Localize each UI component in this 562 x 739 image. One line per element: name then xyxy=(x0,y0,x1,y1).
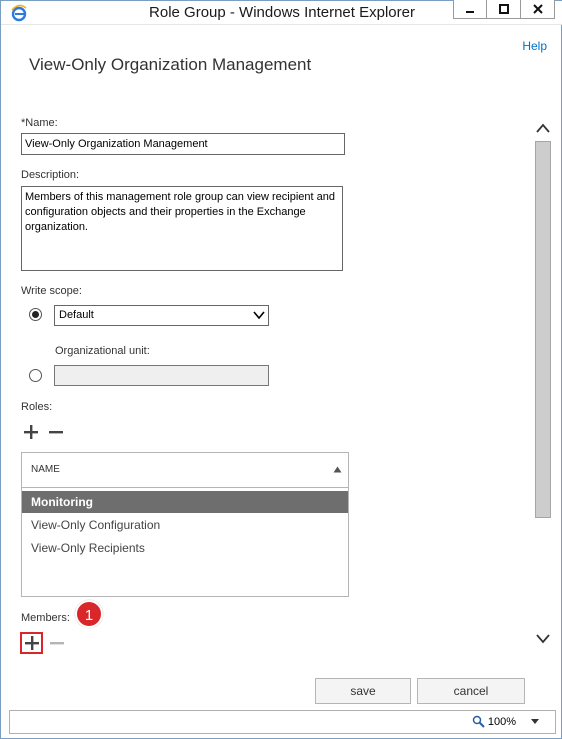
roles-label: Roles: xyxy=(21,401,53,413)
org-unit-label: Organizational unit: xyxy=(55,345,150,357)
write-scope-label: Write scope: xyxy=(21,285,82,297)
chevron-down-icon xyxy=(253,311,265,320)
write-scope-select[interactable]: Default xyxy=(54,305,269,326)
minimize-icon xyxy=(466,11,474,13)
description-label: Description: xyxy=(21,169,80,181)
close-button[interactable] xyxy=(521,0,555,19)
sort-ascending-icon xyxy=(333,466,342,473)
maximize-icon xyxy=(498,4,509,14)
zoom-control[interactable]: 100% xyxy=(472,715,541,728)
org-unit-radio[interactable] xyxy=(29,369,42,382)
write-scope-default-radio[interactable] xyxy=(29,308,42,321)
roles-list: NAME Monitoring View-Only Configuration … xyxy=(21,452,349,597)
chevron-down-icon xyxy=(531,718,539,724)
browser-window: Role Group - Windows Internet Explorer H… xyxy=(0,0,562,739)
description-field[interactable]: Members of this management role group ca… xyxy=(21,186,343,271)
callout-badge: 1 xyxy=(75,600,103,628)
plus-icon[interactable] xyxy=(24,635,40,651)
status-bar: 100% xyxy=(9,710,556,734)
write-scope-value: Default xyxy=(59,309,94,321)
maximize-button[interactable] xyxy=(487,0,521,19)
minus-icon[interactable] xyxy=(48,424,64,440)
role-row[interactable]: View-Only Recipients xyxy=(22,537,348,559)
name-label: *Name: xyxy=(21,117,58,129)
magnifier-icon xyxy=(472,715,485,728)
zoom-level: 100% xyxy=(487,715,516,728)
org-unit-field[interactable] xyxy=(54,365,269,386)
help-link[interactable]: Help xyxy=(522,39,547,53)
members-label: Members: xyxy=(21,612,70,624)
title-bar: Role Group - Windows Internet Explorer xyxy=(1,0,562,25)
minus-icon xyxy=(50,642,64,645)
page-title: View-Only Organization Management xyxy=(29,55,312,74)
chevron-up-icon[interactable] xyxy=(536,122,550,134)
save-button[interactable]: save xyxy=(315,678,411,704)
name-field[interactable]: View-Only Organization Management xyxy=(21,133,345,155)
minimize-button[interactable] xyxy=(453,0,487,19)
role-row[interactable]: Monitoring xyxy=(22,491,348,513)
cancel-button[interactable]: cancel xyxy=(417,678,525,704)
role-row[interactable]: View-Only Configuration xyxy=(22,514,348,536)
scrollbar-thumb[interactable] xyxy=(535,141,551,518)
chevron-down-icon[interactable] xyxy=(536,633,550,645)
roles-column-header[interactable]: NAME xyxy=(22,453,348,488)
close-icon xyxy=(532,4,543,14)
plus-icon[interactable] xyxy=(23,424,39,440)
name-column-label: NAME xyxy=(31,464,60,475)
